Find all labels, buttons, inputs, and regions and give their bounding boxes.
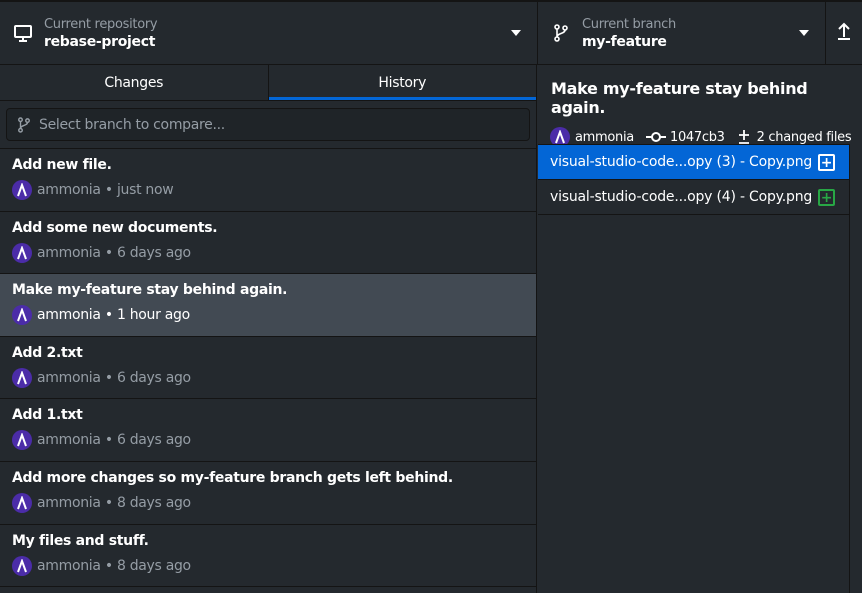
file-list: visual-studio-code...opy (3) - Copy.png +… xyxy=(538,144,850,593)
separator: • xyxy=(100,557,117,574)
avatar xyxy=(12,180,32,200)
commit-time: just now xyxy=(116,182,174,198)
file-name: visual-studio-code...opy (4) - Copy.png xyxy=(550,189,813,205)
commit-summary: Add new file. xyxy=(12,157,112,173)
commit-row[interactable]: My files and stuff. ammonia • 8 days ago xyxy=(0,525,536,588)
commit-list: Add new file. ammonia • just now Add some… xyxy=(0,148,536,588)
chevron-down-icon xyxy=(511,30,521,36)
repository-selector[interactable]: Current repository rebase-project xyxy=(0,2,538,64)
sidebar: Changes History Select branch to compare… xyxy=(0,65,537,593)
chevron-down-icon xyxy=(799,30,809,36)
changed-files-count: 2 changed files xyxy=(756,129,852,145)
avatar xyxy=(12,367,32,388)
file-row[interactable]: visual-studio-code...opy (4) - Copy.png + xyxy=(538,180,849,215)
commit-row[interactable]: Make my-feature stay behind again. ammon… xyxy=(0,274,536,337)
desktop-icon xyxy=(12,23,34,43)
separator: • xyxy=(100,182,117,198)
commit-summary: Add more changes so my-feature branch ge… xyxy=(12,469,453,486)
arrow-up-icon xyxy=(836,21,852,45)
branch-selector[interactable]: Current branch my-feature xyxy=(538,2,826,64)
file-name: visual-studio-code...opy (3) - Copy.png xyxy=(550,154,813,170)
commit-time: 1 hour ago xyxy=(116,307,190,324)
commit-time: 6 days ago xyxy=(116,244,191,261)
avatar xyxy=(12,555,32,576)
commit-row[interactable]: Add 1.txt ammonia • 6 days ago xyxy=(0,399,536,462)
commit-author: ammonia xyxy=(37,244,101,261)
commit-detail: Make my-feature stay behind again. ammon… xyxy=(538,65,862,593)
commit-author: ammonia xyxy=(37,307,101,324)
branch-icon xyxy=(550,23,572,43)
repository-label: Current repository xyxy=(44,16,158,32)
branch-icon xyxy=(18,116,30,133)
commit-time: 8 days ago xyxy=(116,494,191,511)
commit-summary: Add 2.txt xyxy=(12,344,83,361)
file-added-icon: + xyxy=(818,189,835,206)
commit-summary: Add some new documents. xyxy=(12,219,218,236)
tab-bar: Changes History xyxy=(0,65,536,101)
commit-row[interactable]: Add more changes so my-feature branch ge… xyxy=(0,462,536,525)
separator: • xyxy=(100,307,117,324)
commit-author: ammonia xyxy=(37,494,101,511)
push-button[interactable] xyxy=(826,2,862,64)
separator: • xyxy=(100,244,117,261)
commit-author: ammonia xyxy=(37,432,101,449)
commit-author: ammonia xyxy=(575,129,634,145)
file-added-icon: + xyxy=(818,154,835,171)
commit-summary: My files and stuff. xyxy=(12,532,149,549)
commit-time: 6 days ago xyxy=(116,432,191,449)
commit-time: 8 days ago xyxy=(116,557,191,574)
toolbar: Current repository rebase-project Current… xyxy=(0,0,862,65)
separator: • xyxy=(100,494,117,511)
tab-history[interactable]: History xyxy=(267,65,537,100)
commit-row[interactable]: Add some new documents. ammonia • 6 days… xyxy=(0,212,536,275)
commit-summary: Add 1.txt xyxy=(12,407,83,424)
separator: • xyxy=(100,432,117,449)
commit-meta: ammonia 1047cb3 2 changed files xyxy=(538,117,862,147)
avatar xyxy=(12,430,32,451)
repository-name: rebase-project xyxy=(44,33,156,50)
separator: • xyxy=(100,369,117,386)
avatar xyxy=(12,305,32,326)
commit-sha[interactable]: 1047cb3 xyxy=(670,130,725,145)
file-row[interactable]: visual-studio-code...opy (3) - Copy.png + xyxy=(538,145,849,180)
commit-time: 6 days ago xyxy=(116,369,191,386)
commit-title: Make my-feature stay behind again. xyxy=(551,79,808,117)
commit-author: ammonia xyxy=(37,557,101,574)
commit-author: ammonia xyxy=(37,369,101,386)
commit-row[interactable]: Add new file. ammonia • just now xyxy=(0,149,536,212)
branch-name: my-feature xyxy=(582,33,667,50)
commit-summary: Make my-feature stay behind again. xyxy=(12,282,288,299)
commit-icon xyxy=(645,132,666,142)
branch-label: Current branch xyxy=(582,16,676,32)
avatar xyxy=(12,492,32,513)
diff-icon xyxy=(738,130,749,144)
compare-branch-placeholder: Select branch to compare... xyxy=(39,116,225,133)
commit-row[interactable]: Add 2.txt ammonia • 6 days ago xyxy=(0,337,536,400)
avatar xyxy=(12,242,32,263)
commit-author: ammonia xyxy=(37,182,101,198)
compare-branch-input[interactable]: Select branch to compare... xyxy=(6,108,530,141)
tab-changes[interactable]: Changes xyxy=(0,65,268,100)
